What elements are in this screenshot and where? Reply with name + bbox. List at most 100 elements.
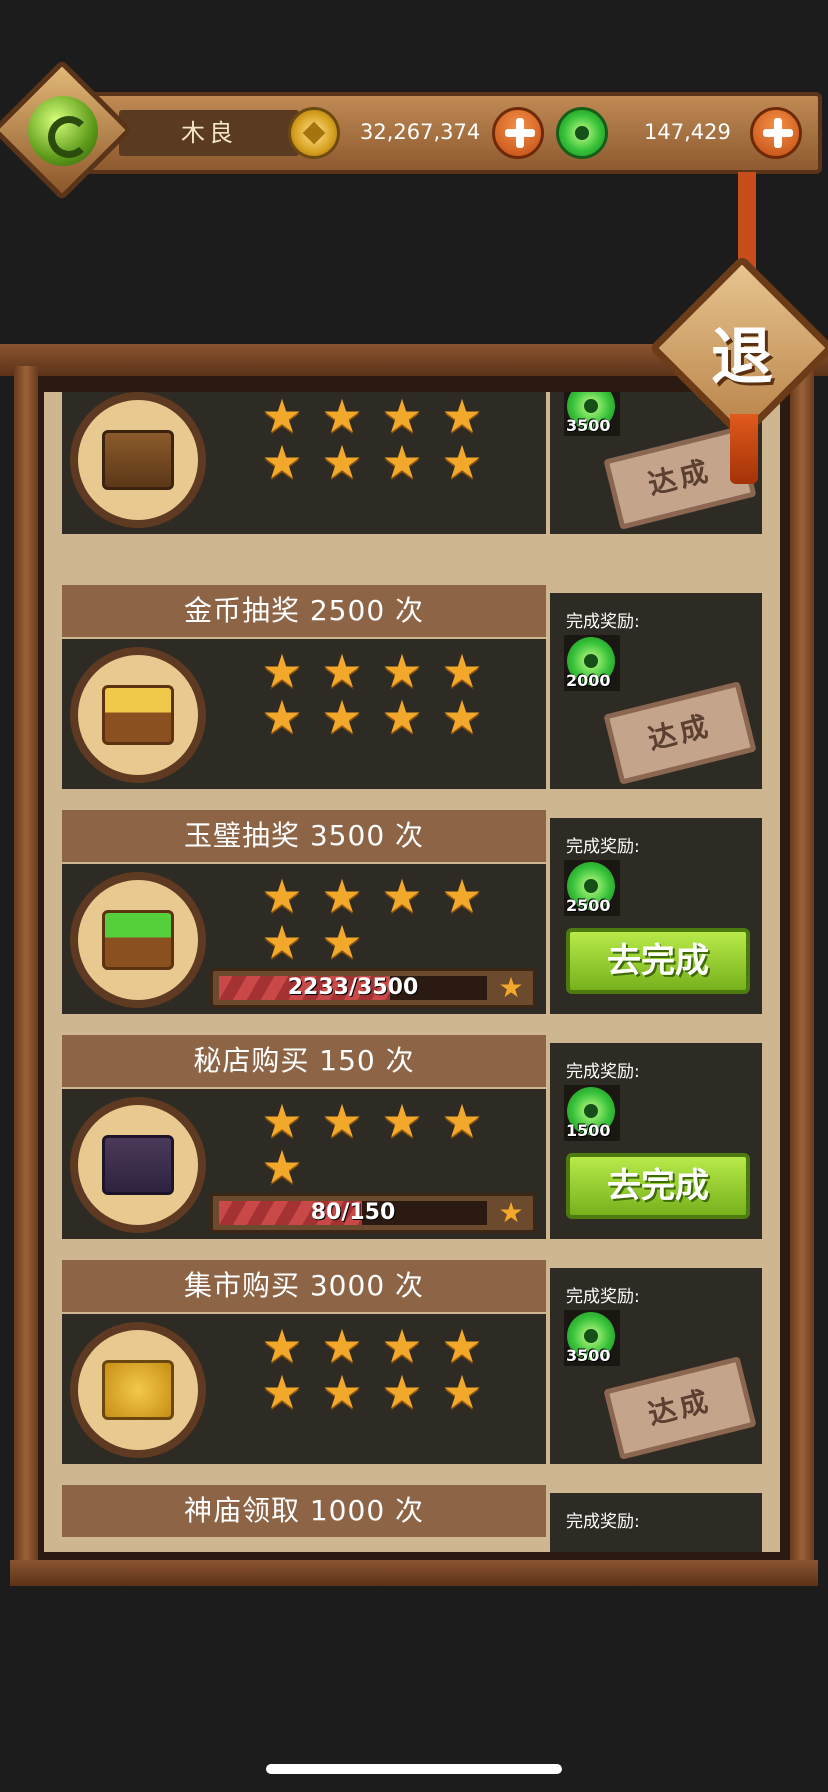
task-title: 玉璧抽奖 3500 次 bbox=[183, 819, 425, 852]
task-list[interactable]: ★ ★ ★ ★★ ★ ★ ★ 3500 达成 金币抽奖 2500 次 ★ ★ ★ ★★ ★ ★ ★ 完成… bbox=[44, 392, 780, 1552]
star-icon: ★ bbox=[321, 1094, 363, 1148]
star-rating: ★ ★ ★ ★★ bbox=[252, 1094, 512, 1194]
star-icon: ★ bbox=[381, 392, 423, 443]
task-body: ★ ★ ★ ★★ ★ ★ ★ bbox=[62, 392, 546, 534]
progress-bar: 80/150 ★ bbox=[210, 1193, 536, 1233]
task-title: 金币抽奖 2500 次 bbox=[183, 594, 425, 627]
task-title: 集市购买 3000 次 bbox=[183, 1269, 425, 1302]
task-body: ★ ★ ★ ★★ ★ 2233/3500 ★ bbox=[62, 864, 546, 1014]
star-icon: ★ bbox=[261, 644, 303, 698]
task-title: 秘店购买 150 次 bbox=[193, 1044, 415, 1077]
star-icon: ★ bbox=[321, 644, 363, 698]
star-icon: ★ bbox=[381, 1094, 423, 1148]
star-icon: ★ bbox=[261, 1365, 303, 1419]
go-complete-button[interactable]: 去完成 bbox=[566, 1153, 750, 1219]
star-rating: ★ ★ ★ ★★ ★ ★ ★ bbox=[252, 1319, 512, 1419]
star-icon: ★ bbox=[321, 1319, 363, 1373]
add-gold-button[interactable] bbox=[492, 107, 544, 159]
reward-panel: 完成奖励: 3500 达成 bbox=[550, 1268, 762, 1464]
top-currency-bar: 木良 32,267,374 147,429 bbox=[40, 92, 822, 174]
exit-label: 退 bbox=[710, 320, 773, 393]
go-complete-button[interactable]: 去完成 bbox=[566, 928, 750, 994]
task-body: ★ ★ ★ ★★ ★ ★ ★ bbox=[62, 1314, 546, 1464]
star-icon: ★ bbox=[261, 690, 303, 744]
star-icon: ★ bbox=[441, 1094, 483, 1148]
player-name-plate: 木良 bbox=[119, 110, 299, 156]
secret-shop-icon bbox=[70, 1097, 206, 1233]
task-title-bar: 集市购买 3000 次 bbox=[62, 1260, 546, 1312]
star-icon: ★ bbox=[321, 915, 363, 969]
reward-label: 完成奖励: bbox=[566, 1512, 640, 1532]
task-row: 秘店购买 150 次 ★ ★ ★ ★★ 80/150 ★ 完成奖励: 1500 去完成 bbox=[62, 1035, 762, 1245]
star-rating: ★ ★ ★ ★★ ★ bbox=[252, 869, 512, 969]
reward-amount: 2000 bbox=[566, 671, 611, 690]
star-icon: ★ bbox=[381, 1365, 423, 1419]
star-icon: ★ bbox=[321, 869, 363, 923]
reward-label: 完成奖励: bbox=[566, 1062, 640, 1082]
reward-panel: 完成奖励: 1500 去完成 bbox=[550, 1043, 762, 1239]
reward-label: 完成奖励: bbox=[566, 837, 640, 857]
task-body: ★ ★ ★ ★★ ★ ★ ★ bbox=[62, 639, 546, 789]
home-indicator[interactable] bbox=[266, 1764, 562, 1774]
task-body: ★ ★ ★ ★★ 80/150 ★ bbox=[62, 1089, 546, 1239]
star-icon: ★ bbox=[261, 1094, 303, 1148]
reward-label: 完成奖励: bbox=[566, 612, 640, 632]
market-coin-icon bbox=[70, 1322, 206, 1458]
panel-bottom-beam bbox=[10, 1560, 818, 1586]
reward-panel: 完成奖励: 2500 去完成 bbox=[550, 818, 762, 1014]
reward-panel: 完成奖励: 2000 达成 bbox=[550, 593, 762, 789]
star-rating: ★ ★ ★ ★★ ★ ★ ★ bbox=[252, 392, 512, 489]
panel-left-post bbox=[14, 366, 38, 1566]
task-row: 集市购买 3000 次 ★ ★ ★ ★★ ★ ★ ★ 完成奖励: 3500 达成 bbox=[62, 1260, 762, 1470]
jade-coin-icon bbox=[556, 107, 608, 159]
star-icon: ★ bbox=[441, 1365, 483, 1419]
jade-chest-icon bbox=[70, 872, 206, 1008]
tassel-icon bbox=[730, 414, 758, 484]
star-icon: ★ bbox=[441, 690, 483, 744]
star-icon: ★ bbox=[381, 869, 423, 923]
star-icon: ★ bbox=[441, 644, 483, 698]
completed-stamp: 达成 bbox=[603, 1356, 757, 1460]
task-row: 玉璧抽奖 3500 次 ★ ★ ★ ★★ ★ 2233/3500 ★ 完成奖励: 250… bbox=[62, 810, 762, 1020]
jade-amount: 147,429 bbox=[644, 120, 731, 144]
star-icon: ★ bbox=[498, 1196, 524, 1229]
task-title-bar: 金币抽奖 2500 次 bbox=[62, 585, 546, 637]
star-icon: ★ bbox=[321, 392, 363, 443]
mahjong-chest-icon bbox=[70, 392, 206, 528]
gold-coin-icon bbox=[288, 107, 340, 159]
reward-amount: 3500 bbox=[566, 1346, 611, 1365]
task-title-bar: 秘店购买 150 次 bbox=[62, 1035, 546, 1087]
star-rating: ★ ★ ★ ★★ ★ ★ ★ bbox=[252, 644, 512, 744]
reward-amount: 3500 bbox=[566, 416, 611, 435]
star-icon: ★ bbox=[321, 435, 363, 489]
reward-label: 完成奖励: bbox=[566, 1287, 640, 1307]
star-icon: ★ bbox=[441, 869, 483, 923]
task-title: 神庙领取 1000 次 bbox=[183, 1494, 425, 1527]
task-title-bar: 神庙领取 1000 次 bbox=[62, 1485, 546, 1537]
star-icon: ★ bbox=[381, 690, 423, 744]
star-icon: ★ bbox=[321, 1365, 363, 1419]
progress-bar: 2233/3500 ★ bbox=[210, 968, 536, 1008]
reward-amount: 2500 bbox=[566, 896, 611, 915]
star-icon: ★ bbox=[381, 435, 423, 489]
task-row: 金币抽奖 2500 次 ★ ★ ★ ★★ ★ ★ ★ 完成奖励: 2000 达成 bbox=[62, 585, 762, 795]
star-icon: ★ bbox=[381, 1319, 423, 1373]
reward-panel: 完成奖励: bbox=[550, 1493, 762, 1552]
progress-text: 80/150 bbox=[310, 1200, 396, 1225]
avatar-dragon-icon bbox=[28, 96, 98, 166]
star-icon: ★ bbox=[261, 1319, 303, 1373]
gold-amount: 32,267,374 bbox=[360, 120, 481, 144]
star-icon: ★ bbox=[261, 915, 303, 969]
star-icon: ★ bbox=[261, 1140, 303, 1194]
star-icon: ★ bbox=[321, 690, 363, 744]
task-row: 神庙领取 1000 次 完成奖励: bbox=[62, 1485, 762, 1552]
reward-amount: 1500 bbox=[566, 1121, 611, 1140]
star-icon: ★ bbox=[261, 435, 303, 489]
star-icon: ★ bbox=[441, 1319, 483, 1373]
star-icon: ★ bbox=[441, 435, 483, 489]
star-icon: ★ bbox=[261, 869, 303, 923]
progress-text: 2233/3500 bbox=[287, 975, 419, 1000]
star-icon: ★ bbox=[441, 392, 483, 443]
task-title-bar: 玉璧抽奖 3500 次 bbox=[62, 810, 546, 862]
add-jade-button[interactable] bbox=[750, 107, 802, 159]
